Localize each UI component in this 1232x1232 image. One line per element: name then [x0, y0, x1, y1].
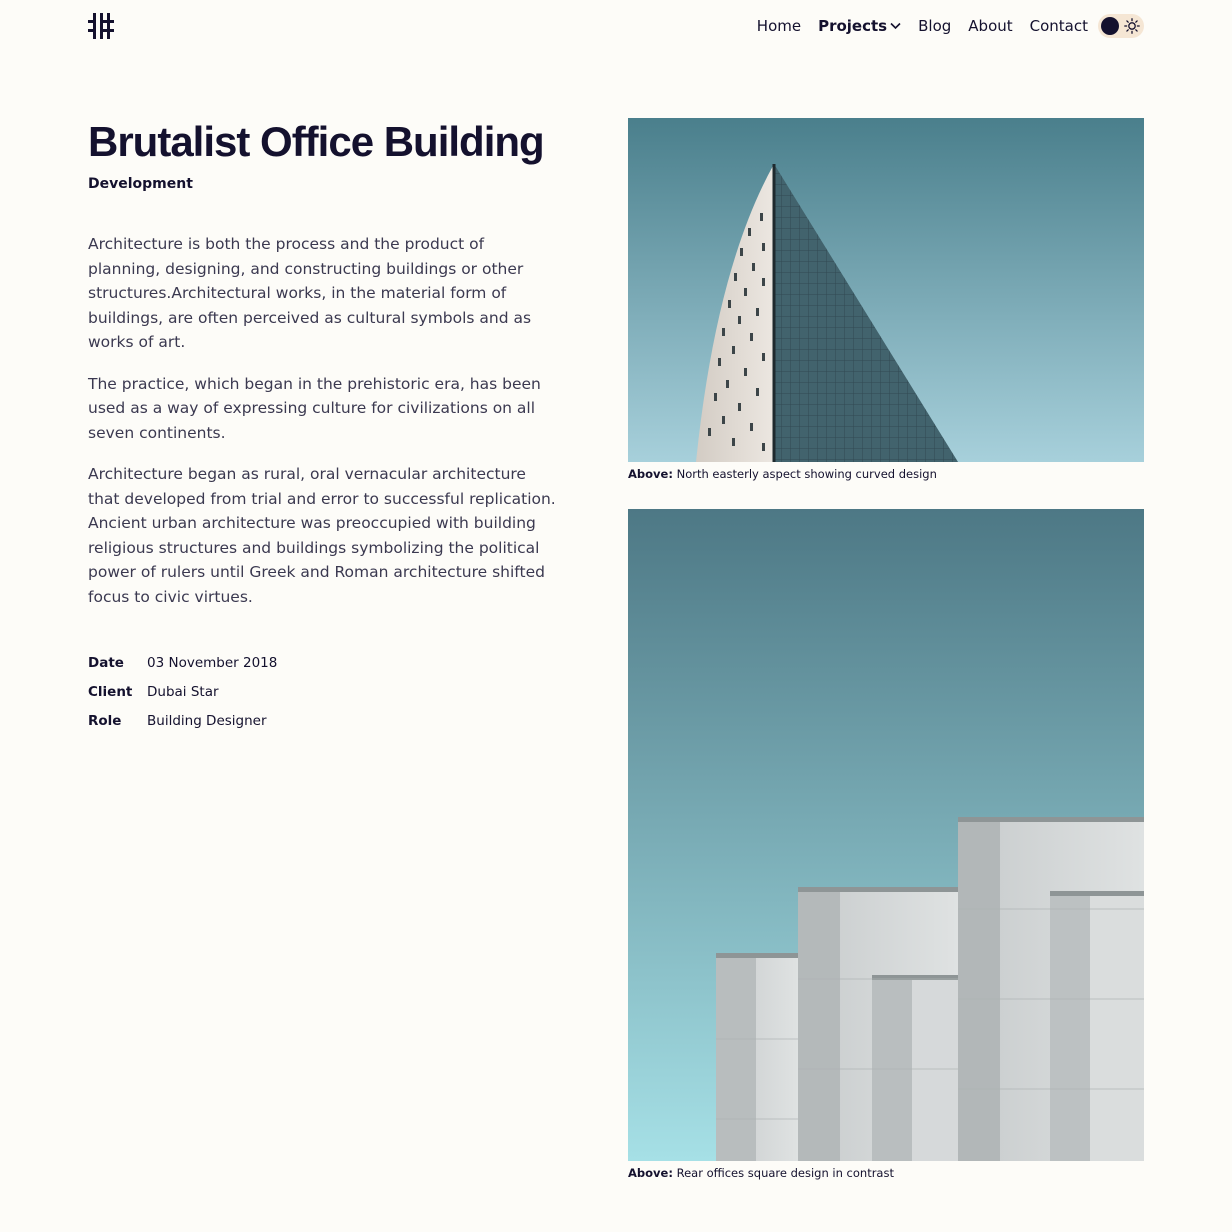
- main-nav: Home Projects Blog About Contact: [757, 10, 1144, 42]
- meta-row-date: Date 03 November 2018: [88, 648, 388, 677]
- nav-home[interactable]: Home: [757, 17, 801, 35]
- project-image-square-offices: [628, 509, 1144, 1161]
- hash-grid-logo-icon[interactable]: [88, 13, 114, 39]
- meta-row-role: Role Building Designer: [88, 706, 388, 735]
- sun-icon: [1124, 18, 1140, 34]
- meta-label: Client: [88, 683, 133, 700]
- meta-value: 03 November 2018: [147, 654, 278, 671]
- nav-about-label: About: [968, 17, 1013, 35]
- project-title: Brutalist Office Building: [88, 118, 545, 165]
- chevron-down-icon: [890, 22, 901, 30]
- nav-projects-label: Projects: [818, 17, 888, 35]
- project-meta: Date 03 November 2018 Client Dubai Star …: [88, 648, 388, 735]
- image-caption: Above: North easterly aspect showing cur…: [628, 467, 937, 481]
- moon-dot-icon: [1101, 17, 1119, 35]
- nav-contact-label: Contact: [1029, 17, 1088, 35]
- description-paragraph: Architecture is both the process and the…: [88, 235, 532, 351]
- image-caption: Above: Rear offices square design in con…: [628, 1166, 894, 1180]
- meta-label: Date: [88, 654, 124, 671]
- nav-contact[interactable]: Contact: [1030, 17, 1088, 35]
- nav-home-label: Home: [756, 17, 802, 35]
- project-description: Architecture is both the process and the…: [88, 232, 558, 626]
- caption-text: North easterly aspect showing curved des…: [676, 467, 937, 481]
- nav-projects[interactable]: Projects: [818, 17, 901, 35]
- caption-text: Rear offices square design in contrast: [676, 1166, 894, 1180]
- meta-row-client: Client Dubai Star: [88, 677, 388, 706]
- project-image-curved-building: [628, 118, 1144, 462]
- meta-label: Role: [88, 712, 122, 729]
- nav-blog[interactable]: Blog: [918, 17, 951, 35]
- nav-about[interactable]: About: [968, 17, 1012, 35]
- theme-toggle[interactable]: [1098, 14, 1144, 38]
- project-category: Development: [88, 176, 193, 192]
- site-header: Home Projects Blog About Contact: [0, 0, 1232, 52]
- meta-value: Dubai Star: [147, 683, 219, 700]
- caption-label: Above:: [628, 467, 673, 481]
- caption-label: Above:: [628, 1166, 673, 1180]
- meta-value: Building Designer: [147, 712, 267, 729]
- description-paragraph: Architecture began as rural, oral vernac…: [88, 465, 556, 606]
- description-paragraph: The practice, which began in the prehist…: [88, 374, 541, 442]
- nav-blog-label: Blog: [918, 17, 952, 35]
